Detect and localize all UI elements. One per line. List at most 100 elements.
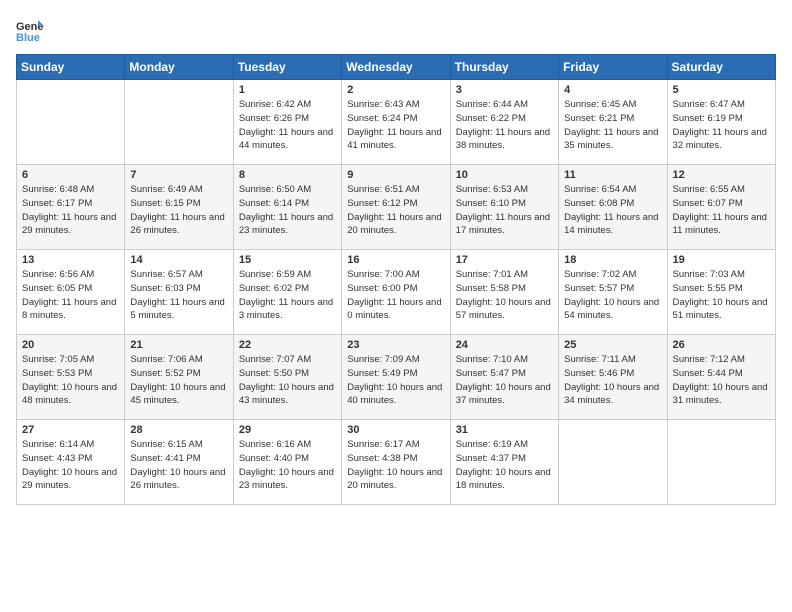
day-info: Sunrise: 7:09 AMSunset: 5:49 PMDaylight:… <box>347 353 444 408</box>
weekday-header-row: SundayMondayTuesdayWednesdayThursdayFrid… <box>17 55 776 80</box>
day-info: Sunrise: 6:54 AMSunset: 6:08 PMDaylight:… <box>564 183 661 238</box>
day-info: Sunrise: 6:44 AMSunset: 6:22 PMDaylight:… <box>456 98 553 153</box>
page-header: General Blue <box>16 16 776 44</box>
calendar-cell: 9 Sunrise: 6:51 AMSunset: 6:12 PMDaylight… <box>342 165 450 250</box>
day-info: Sunrise: 6:43 AMSunset: 6:24 PMDaylight:… <box>347 98 444 153</box>
calendar-cell: 8Sunrise: 6:50 AMSunset: 6:14 PMDaylight… <box>233 165 341 250</box>
day-number: 12 <box>673 169 770 181</box>
calendar-cell: 14Sunrise: 6:57 AMSunset: 6:03 PMDayligh… <box>125 250 233 335</box>
day-number: 3 <box>456 84 553 96</box>
calendar-cell: 18 Sunrise: 7:02 AMSunset: 5:57 PMDayligh… <box>559 250 667 335</box>
weekday-header-thursday: Thursday <box>450 55 558 80</box>
day-info: Sunrise: 7:02 AMSunset: 5:57 PMDaylight:… <box>564 268 661 323</box>
day-number: 30 <box>347 424 444 436</box>
day-info: Sunrise: 6:57 AMSunset: 6:03 PMDaylight:… <box>130 268 227 323</box>
calendar-cell: 17 Sunrise: 7:01 AMSunset: 5:58 PMDayligh… <box>450 250 558 335</box>
day-number: 17 <box>456 254 553 266</box>
day-number: 24 <box>456 339 553 351</box>
calendar-week-row: 6 Sunrise: 6:48 AMSunset: 6:17 PMDaylight… <box>17 165 776 250</box>
calendar-cell <box>17 80 125 165</box>
weekday-header-friday: Friday <box>559 55 667 80</box>
calendar-week-row: 20Sunrise: 7:05 AMSunset: 5:53 PMDayligh… <box>17 335 776 420</box>
calendar-cell: 2 Sunrise: 6:43 AMSunset: 6:24 PMDaylight… <box>342 80 450 165</box>
logo: General Blue <box>16 16 48 44</box>
day-number: 26 <box>673 339 770 351</box>
day-number: 15 <box>239 254 336 266</box>
calendar-cell: 19 Sunrise: 7:03 AMSunset: 5:55 PMDayligh… <box>667 250 775 335</box>
calendar-cell <box>125 80 233 165</box>
calendar-cell: 13 Sunrise: 6:56 AMSunset: 6:05 PMDayligh… <box>17 250 125 335</box>
calendar-cell: 23 Sunrise: 7:09 AMSunset: 5:49 PMDayligh… <box>342 335 450 420</box>
calendar-cell: 22Sunrise: 7:07 AMSunset: 5:50 PMDayligh… <box>233 335 341 420</box>
calendar-cell: 20Sunrise: 7:05 AMSunset: 5:53 PMDayligh… <box>17 335 125 420</box>
calendar-cell: 25 Sunrise: 7:11 AMSunset: 5:46 PMDayligh… <box>559 335 667 420</box>
weekday-header-saturday: Saturday <box>667 55 775 80</box>
calendar-cell: 4 Sunrise: 6:45 AMSunset: 6:21 PMDaylight… <box>559 80 667 165</box>
weekday-header-sunday: Sunday <box>17 55 125 80</box>
day-info: Sunrise: 7:01 AMSunset: 5:58 PMDaylight:… <box>456 268 553 323</box>
day-number: 22 <box>239 339 336 351</box>
calendar-cell <box>667 420 775 505</box>
day-number: 6 <box>22 169 119 181</box>
day-info: Sunrise: 6:42 AMSunset: 6:26 PMDaylight:… <box>239 98 336 153</box>
svg-text:Blue: Blue <box>16 32 40 44</box>
day-info: Sunrise: 6:56 AMSunset: 6:05 PMDaylight:… <box>22 268 119 323</box>
day-info: Sunrise: 6:55 AMSunset: 6:07 PMDaylight:… <box>673 183 770 238</box>
calendar-cell: 3 Sunrise: 6:44 AMSunset: 6:22 PMDaylight… <box>450 80 558 165</box>
day-number: 13 <box>22 254 119 266</box>
calendar-cell: 10Sunrise: 6:53 AMSunset: 6:10 PMDayligh… <box>450 165 558 250</box>
weekday-header-tuesday: Tuesday <box>233 55 341 80</box>
day-info: Sunrise: 6:47 AMSunset: 6:19 PMDaylight:… <box>673 98 770 153</box>
day-number: 1 <box>239 84 336 96</box>
day-info: Sunrise: 7:00 AMSunset: 6:00 PMDaylight:… <box>347 268 444 323</box>
day-info: Sunrise: 7:03 AMSunset: 5:55 PMDaylight:… <box>673 268 770 323</box>
calendar-cell: 11 Sunrise: 6:54 AMSunset: 6:08 PMDayligh… <box>559 165 667 250</box>
day-info: Sunrise: 6:45 AMSunset: 6:21 PMDaylight:… <box>564 98 661 153</box>
calendar-cell: 26 Sunrise: 7:12 AMSunset: 5:44 PMDayligh… <box>667 335 775 420</box>
day-info: Sunrise: 7:10 AMSunset: 5:47 PMDaylight:… <box>456 353 553 408</box>
day-number: 9 <box>347 169 444 181</box>
calendar-cell: 5 Sunrise: 6:47 AMSunset: 6:19 PMDaylight… <box>667 80 775 165</box>
calendar-cell <box>559 420 667 505</box>
calendar-week-row: 1 Sunrise: 6:42 AMSunset: 6:26 PMDaylight… <box>17 80 776 165</box>
day-info: Sunrise: 6:14 AMSunset: 4:43 PMDaylight:… <box>22 438 119 493</box>
day-info: Sunrise: 6:15 AMSunset: 4:41 PMDaylight:… <box>130 438 227 493</box>
calendar-week-row: 27Sunrise: 6:14 AMSunset: 4:43 PMDayligh… <box>17 420 776 505</box>
day-number: 29 <box>239 424 336 436</box>
day-info: Sunrise: 6:16 AMSunset: 4:40 PMDaylight:… <box>239 438 336 493</box>
day-number: 25 <box>564 339 661 351</box>
day-number: 23 <box>347 339 444 351</box>
calendar-cell: 24 Sunrise: 7:10 AMSunset: 5:47 PMDayligh… <box>450 335 558 420</box>
day-info: Sunrise: 6:50 AMSunset: 6:14 PMDaylight:… <box>239 183 336 238</box>
day-info: Sunrise: 7:11 AMSunset: 5:46 PMDaylight:… <box>564 353 661 408</box>
day-number: 5 <box>673 84 770 96</box>
day-number: 18 <box>564 254 661 266</box>
calendar-cell: 1 Sunrise: 6:42 AMSunset: 6:26 PMDaylight… <box>233 80 341 165</box>
weekday-header-wednesday: Wednesday <box>342 55 450 80</box>
calendar-cell: 12 Sunrise: 6:55 AMSunset: 6:07 PMDayligh… <box>667 165 775 250</box>
day-number: 21 <box>130 339 227 351</box>
day-info: Sunrise: 6:53 AMSunset: 6:10 PMDaylight:… <box>456 183 553 238</box>
calendar-cell: 30 Sunrise: 6:17 AMSunset: 4:38 PMDayligh… <box>342 420 450 505</box>
calendar-cell: 27Sunrise: 6:14 AMSunset: 4:43 PMDayligh… <box>17 420 125 505</box>
day-info: Sunrise: 7:05 AMSunset: 5:53 PMDaylight:… <box>22 353 119 408</box>
day-number: 2 <box>347 84 444 96</box>
day-number: 11 <box>564 169 661 181</box>
calendar-cell: 21 Sunrise: 7:06 AMSunset: 5:52 PMDayligh… <box>125 335 233 420</box>
calendar-week-row: 13 Sunrise: 6:56 AMSunset: 6:05 PMDayligh… <box>17 250 776 335</box>
logo-icon: General Blue <box>16 16 44 44</box>
day-info: Sunrise: 7:06 AMSunset: 5:52 PMDaylight:… <box>130 353 227 408</box>
day-info: Sunrise: 6:19 AMSunset: 4:37 PMDaylight:… <box>456 438 553 493</box>
calendar-cell: 15 Sunrise: 6:59 AMSunset: 6:02 PMDayligh… <box>233 250 341 335</box>
day-info: Sunrise: 6:49 AMSunset: 6:15 PMDaylight:… <box>130 183 227 238</box>
calendar-cell: 7Sunrise: 6:49 AMSunset: 6:15 PMDaylight… <box>125 165 233 250</box>
day-info: Sunrise: 6:51 AMSunset: 6:12 PMDaylight:… <box>347 183 444 238</box>
day-number: 4 <box>564 84 661 96</box>
calendar-cell: 16Sunrise: 7:00 AMSunset: 6:00 PMDayligh… <box>342 250 450 335</box>
day-info: Sunrise: 6:17 AMSunset: 4:38 PMDaylight:… <box>347 438 444 493</box>
day-info: Sunrise: 7:12 AMSunset: 5:44 PMDaylight:… <box>673 353 770 408</box>
calendar-cell: 31Sunrise: 6:19 AMSunset: 4:37 PMDayligh… <box>450 420 558 505</box>
day-info: Sunrise: 6:48 AMSunset: 6:17 PMDaylight:… <box>22 183 119 238</box>
day-number: 19 <box>673 254 770 266</box>
day-info: Sunrise: 6:59 AMSunset: 6:02 PMDaylight:… <box>239 268 336 323</box>
